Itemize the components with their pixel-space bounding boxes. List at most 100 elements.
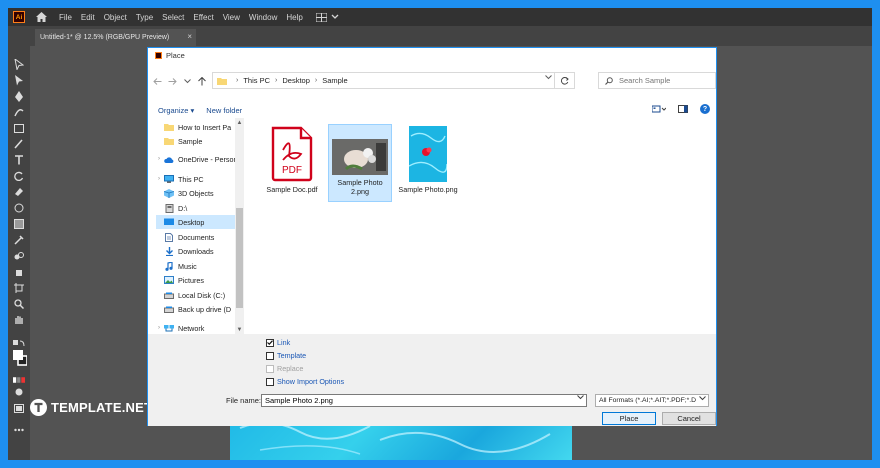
nav-item-onedrive[interactable]: › OneDrive - Person: [156, 152, 244, 166]
swap-fill-stroke-icon[interactable]: [13, 338, 25, 350]
blend-tool-icon[interactable]: [13, 250, 25, 262]
illustrator-window: Ai File Edit Object Type Select Effect V…: [8, 8, 872, 460]
nav-item-back-up-drive[interactable]: Back up drive (D: [156, 302, 244, 316]
refresh-button[interactable]: [554, 73, 574, 88]
menu-edit[interactable]: Edit: [81, 13, 95, 22]
nav-item-3d-objects[interactable]: 3D Objects: [156, 186, 244, 200]
brush-tool-icon[interactable]: [13, 138, 25, 150]
scroll-up-icon[interactable]: ▲: [235, 118, 244, 128]
symbol-sprayer-tool-icon[interactable]: [13, 266, 25, 278]
search-box[interactable]: [598, 72, 716, 89]
nav-item-downloads[interactable]: Downloads: [156, 244, 244, 258]
new-folder-button[interactable]: New folder: [206, 106, 242, 115]
recent-locations-icon[interactable]: [181, 74, 193, 88]
hand-tool-icon[interactable]: [13, 314, 25, 326]
link-option[interactable]: Link: [266, 338, 290, 347]
workspace-switcher[interactable]: [315, 12, 339, 22]
help-icon[interactable]: ?: [700, 104, 710, 114]
nav-item-local-disk-c[interactable]: Local Disk (C:): [156, 288, 244, 302]
nav-item-pictures[interactable]: Pictures: [156, 273, 244, 287]
gradient-tool-icon[interactable]: [13, 218, 25, 230]
place-button[interactable]: Place: [602, 412, 656, 425]
breadcrumb-separator-icon: ›: [314, 77, 318, 84]
eraser-tool-icon[interactable]: [13, 186, 25, 198]
chevron-down-icon[interactable]: [577, 395, 584, 402]
replace-option: Replace: [266, 364, 303, 373]
navigation-scrollbar[interactable]: ▲ ▼: [235, 118, 244, 335]
illustrator-logo-icon: Ai: [13, 11, 25, 23]
nav-item-this-pc[interactable]: › This PC: [156, 172, 244, 186]
breadcrumb-desktop[interactable]: Desktop: [282, 76, 310, 85]
menu-help[interactable]: Help: [286, 13, 302, 22]
forward-arrow-icon[interactable]: [166, 74, 178, 88]
screen-mode-icon[interactable]: [13, 402, 25, 414]
breadcrumb-sample[interactable]: Sample: [322, 76, 347, 85]
file-item-sample-photo-2[interactable]: Sample Photo 2.png: [328, 124, 392, 202]
menu-file[interactable]: File: [59, 13, 72, 22]
type-tool-icon[interactable]: [13, 154, 25, 166]
replace-checkbox: [266, 364, 274, 373]
nav-item-how-to-insert[interactable]: How to Insert Pa: [156, 120, 244, 134]
menu-effect[interactable]: Effect: [193, 13, 213, 22]
show-import-options-checkbox[interactable]: [266, 377, 274, 386]
eyedropper-tool-icon[interactable]: [13, 234, 25, 246]
navigation-pane: How to Insert Pa Sample › OneDrive - Person…: [156, 118, 244, 335]
selection-tool-icon[interactable]: [13, 58, 25, 70]
chevron-down-icon[interactable]: [545, 75, 552, 82]
show-import-options-option[interactable]: Show Import Options: [266, 377, 344, 386]
up-arrow-icon[interactable]: [196, 74, 208, 88]
zoom-tool-icon[interactable]: [13, 298, 25, 310]
chevron-down-icon: [331, 14, 339, 19]
pdf-label: PDF: [282, 165, 302, 176]
curvature-tool-icon[interactable]: [13, 106, 25, 118]
cancel-button[interactable]: Cancel: [662, 412, 716, 425]
direct-selection-tool-icon[interactable]: [13, 74, 25, 86]
home-icon[interactable]: [35, 11, 47, 23]
address-bar[interactable]: › This PC › Desktop › Sample: [212, 72, 575, 89]
scrollbar-thumb[interactable]: [236, 208, 243, 308]
menu-window[interactable]: Window: [249, 13, 277, 22]
file-name: Sample Doc.pdf: [266, 185, 318, 194]
template-checkbox[interactable]: [266, 351, 274, 360]
search-input[interactable]: [619, 76, 709, 85]
nav-item-desktop[interactable]: Desktop: [156, 215, 244, 229]
file-name-field[interactable]: [261, 394, 587, 407]
fill-stroke-swatch[interactable]: [13, 350, 27, 366]
drawing-mode-icon[interactable]: [13, 386, 25, 398]
view-options-icon[interactable]: [652, 105, 666, 113]
disk-icon: [164, 291, 174, 300]
file-type-select[interactable]: All Formats (*.AI;*.AIT;*.PDF;*.D: [595, 394, 709, 407]
document-tab[interactable]: Untitled-1* @ 12.5% (RGB/GPU Preview) ×: [35, 29, 196, 46]
grid-layout-icon: [315, 12, 327, 22]
nav-item-music[interactable]: Music: [156, 259, 244, 273]
menu-object[interactable]: Object: [104, 13, 127, 22]
link-checkbox[interactable]: [266, 338, 274, 347]
menu-type[interactable]: Type: [136, 13, 153, 22]
nav-item-network[interactable]: › Network: [156, 321, 244, 335]
pdf-file-icon: PDF: [271, 126, 313, 182]
back-arrow-icon[interactable]: [151, 74, 163, 88]
menu-view[interactable]: View: [223, 13, 240, 22]
menu-select[interactable]: Select: [162, 13, 184, 22]
template-option[interactable]: Template: [266, 351, 306, 360]
shape-builder-tool-icon[interactable]: [13, 202, 25, 214]
organize-button[interactable]: Organize ▾: [158, 106, 194, 115]
file-item-sample-doc[interactable]: PDF Sample Doc.pdf: [260, 124, 324, 202]
breadcrumb-this-pc[interactable]: This PC: [243, 76, 270, 85]
file-item-sample-photo[interactable]: Sample Photo.png: [396, 124, 460, 202]
nav-item-documents[interactable]: Documents: [156, 230, 244, 244]
folder-icon: [164, 123, 174, 132]
import-options: Link Template Replace Show Import Option…: [148, 334, 716, 390]
close-icon[interactable]: ×: [187, 32, 192, 41]
rectangle-tool-icon[interactable]: [13, 122, 25, 134]
color-mode-icon[interactable]: [13, 374, 25, 386]
nav-item-d-drive[interactable]: D:\: [156, 201, 244, 215]
nav-item-label: How to Insert Pa: [178, 122, 232, 132]
pen-tool-icon[interactable]: [13, 90, 25, 102]
nav-item-sample[interactable]: Sample: [156, 134, 244, 148]
more-tools-icon[interactable]: [13, 424, 25, 436]
file-name-input[interactable]: [265, 396, 565, 405]
artboard-tool-icon[interactable]: [13, 282, 25, 294]
preview-pane-icon[interactable]: [678, 105, 688, 113]
rotate-tool-icon[interactable]: [13, 170, 25, 182]
